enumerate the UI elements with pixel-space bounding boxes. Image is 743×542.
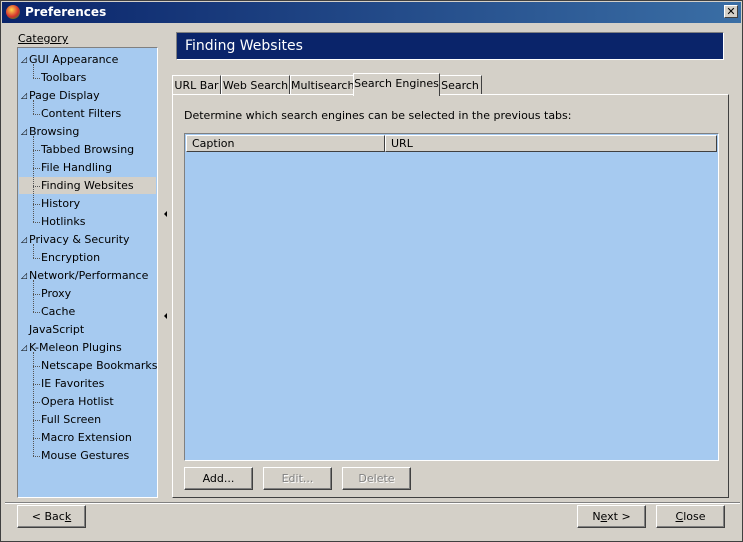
tree-connector: [33, 168, 40, 169]
category-tree[interactable]: ◿ GUI Appearance Toolbars ◿ Page Display Cont…: [17, 47, 158, 498]
category-label-text: Category: [18, 32, 69, 45]
mnemonic-suffix: lose: [683, 510, 706, 523]
tree-item-label: Browsing: [29, 125, 80, 138]
window-title: Preferences: [25, 5, 107, 19]
add-button[interactable]: Add...: [184, 467, 253, 490]
collapse-arrow-icon: [164, 313, 167, 319]
tree-item-label: Network/Performance: [29, 269, 149, 282]
tree-item-label: IE Favorites: [41, 377, 105, 390]
close-button-label: Close: [676, 510, 706, 523]
tree-item-label: Content Filters: [41, 107, 122, 120]
category-label: Category: [18, 32, 68, 45]
tree-connector: [33, 312, 40, 313]
tree-item-label: GUI Appearance: [29, 53, 119, 66]
tree-item-label: Proxy: [41, 287, 72, 300]
tree-connector: [33, 402, 40, 403]
tree-item-label: Privacy & Security: [29, 233, 130, 246]
tree-item-label: Page Display: [29, 89, 100, 102]
window-close-button[interactable]: ✕: [724, 5, 738, 18]
tree-item-label: Toolbars: [41, 71, 87, 84]
expand-toggle-icon[interactable]: ◿: [21, 51, 27, 68]
tree-connector: [33, 352, 34, 456]
tree-connector: [33, 136, 34, 222]
expand-toggle-icon[interactable]: ◿: [21, 339, 27, 356]
search-engines-list[interactable]: Caption URL: [184, 133, 719, 461]
tree-item-label: Encryption: [41, 251, 101, 264]
collapse-arrow-icon: [164, 211, 167, 217]
tree-connector: [33, 100, 34, 114]
tree-item-label: Macro Extension: [41, 431, 132, 444]
tree-connector: [33, 244, 34, 258]
close-icon: ✕: [726, 5, 736, 18]
title-bar: Preferences ✕: [2, 2, 741, 23]
tree-connector: [33, 114, 40, 115]
preferences-window: Preferences ✕ Category ◿ GUI Appearance To…: [0, 0, 743, 542]
back-button-label: < Back: [32, 510, 71, 523]
tab-search-engines[interactable]: Search Engines: [353, 73, 440, 96]
footer-separator: [5, 502, 740, 504]
expand-toggle-icon[interactable]: ◿: [21, 87, 27, 104]
tree-connector: [33, 420, 40, 421]
pane-splitter[interactable]: [161, 34, 169, 499]
mnemonic-suffix: xt >: [607, 510, 631, 523]
expand-toggle-icon[interactable]: ◿: [21, 231, 27, 248]
tree-connector: [33, 78, 40, 79]
mnemonic-prefix: N: [592, 510, 601, 523]
tree-connector: [33, 280, 34, 312]
next-button[interactable]: Next >: [577, 505, 646, 528]
tree-connector: [33, 258, 40, 259]
tree-item-label: K-Meleon Plugins: [29, 341, 122, 354]
expand-toggle-icon[interactable]: ◿: [21, 123, 27, 140]
tree-connector: [33, 64, 34, 78]
edit-button[interactable]: Edit...: [263, 467, 332, 490]
tree-item-label: Cache: [41, 305, 76, 318]
tree-connector: [33, 186, 40, 187]
tree-connector: [33, 384, 40, 385]
tree-connector: [33, 294, 40, 295]
column-header-caption[interactable]: Caption: [186, 135, 385, 152]
tab-web-search[interactable]: Web Search: [221, 75, 290, 95]
tree-item-label: Tabbed Browsing: [41, 143, 135, 156]
tree-item-label: JavaScript: [29, 323, 85, 336]
tree-connector: [33, 204, 40, 205]
tree-connector: [33, 456, 40, 457]
tree-connector: [33, 438, 40, 439]
tree-item-label: Finding Websites: [41, 179, 134, 192]
tree-item-label: Hotlinks: [41, 215, 86, 228]
tab-multisearch[interactable]: Multisearch: [290, 75, 355, 95]
tree-connector: [33, 366, 40, 367]
back-button[interactable]: < Back: [17, 505, 86, 528]
tree-item-label: Mouse Gestures: [41, 449, 130, 462]
tree-item-label: Opera Hotlist: [41, 395, 114, 408]
mnemonic-prefix: < Bac: [31, 510, 65, 523]
description-text: Determine which search engines can be se…: [184, 109, 572, 122]
close-button[interactable]: Close: [656, 505, 725, 528]
next-button-label: Next >: [592, 510, 630, 523]
tree-item-label: Netscape Bookmarks: [41, 359, 158, 372]
column-header-url[interactable]: URL: [385, 135, 717, 152]
tab-url-bar[interactable]: URL Bar: [172, 75, 221, 95]
tree-connector: [33, 222, 40, 223]
tree-item-label: Full Screen: [41, 413, 102, 426]
mnemonic-key: k: [64, 510, 72, 523]
tree-item-label: File Handling: [41, 161, 112, 174]
k-meleon-app-icon: [6, 5, 20, 19]
panel-title: Finding Websites: [176, 32, 724, 60]
tree-connector: [33, 150, 40, 151]
expand-toggle-icon[interactable]: ◿: [21, 267, 27, 284]
tab-search[interactable]: Search: [438, 75, 482, 95]
tree-item-label: History: [41, 197, 81, 210]
delete-button[interactable]: Delete: [342, 467, 411, 490]
